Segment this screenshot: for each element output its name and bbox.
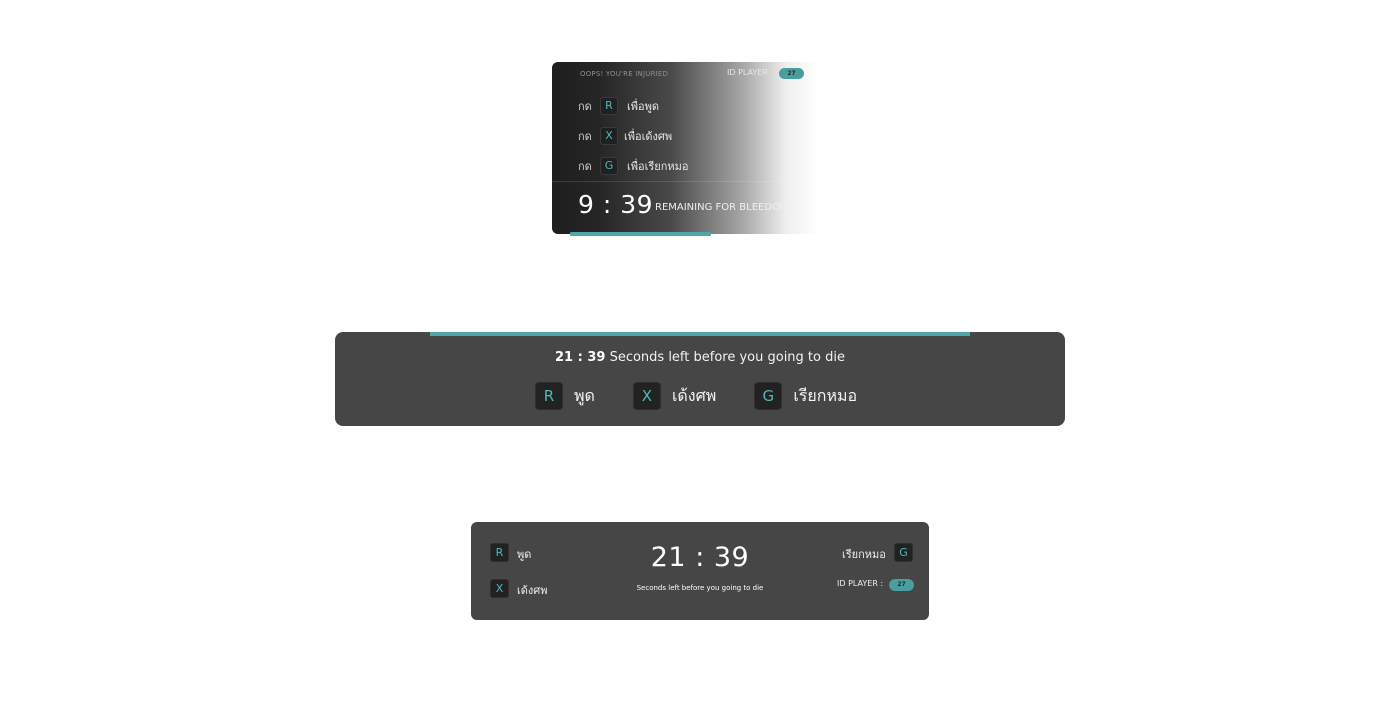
death-message-text: Seconds left before you going to die [605,350,845,365]
bleedout-progress-bar [570,232,711,236]
press-label: กด [578,160,592,173]
injured-panel: OOPS! YOU'RE INJURIED ID PLAYER 27 กด R … [552,62,818,234]
id-player-label: ID PLAYER [727,68,768,77]
action-talk: R พูด [535,382,595,410]
death-message: 21 : 39 Seconds left before you going to… [335,350,1065,365]
action-keys: R พูด X เด้งศพ G เรียกหมอ [535,382,895,410]
bottom-death-panel: R พูด X เด้งศพ 21 : 39 Seconds left befo… [471,522,929,620]
action-label-call-medic: เรียกหมอ [842,548,886,561]
id-player-badge: 27 [779,68,804,79]
key-g[interactable]: G [600,157,618,175]
death-progress-bar [430,332,970,336]
death-timer: 21 : 39 [555,350,606,365]
key-r[interactable]: R [600,97,618,115]
key-g[interactable]: G [754,382,783,410]
action-label-call-medic: เรียกหมอ [793,385,858,405]
key-r[interactable]: R [535,382,563,410]
action-row-call-medic: กด G เพื่อเรียกหมอ [578,156,689,176]
injured-title: OOPS! YOU'RE INJURIED [580,70,669,78]
action-row-bounce: กด X เพื่อเด้งศพ [578,126,672,146]
hud-design-sheet: OOPS! YOU'RE INJURIED ID PLAYER 27 กด R … [0,0,1400,710]
action-label-bounce: เพื่อเด้งศพ [624,130,673,143]
center-death-panel: 21 : 39 Seconds left before you going to… [335,332,1065,426]
key-g[interactable]: G [894,543,913,562]
action-call-medic: G เรียกหมอ [754,382,857,410]
action-row-talk: กด R เพื่อพูด [578,96,659,116]
action-label-talk: เพื่อพูด [627,100,660,113]
action-label-call-medic: เพื่อเรียกหมอ [627,160,689,173]
id-player-label: ID PLAYER : [837,579,884,588]
bleedout-text: REMAINING FOR BLEEDOUT [655,202,794,213]
action-bounce: X เด้งศพ [632,382,717,410]
divider [552,181,818,182]
press-label: กด [578,100,592,113]
action-label-talk: พูด [574,385,595,405]
key-x[interactable]: X [600,127,618,145]
key-x[interactable]: X [632,382,661,410]
action-label-bounce: เด้งศพ [671,385,717,405]
press-label: กด [578,130,592,143]
id-player-badge: 27 [889,579,914,591]
bleedout-timer: 9 : 39 [578,190,654,219]
